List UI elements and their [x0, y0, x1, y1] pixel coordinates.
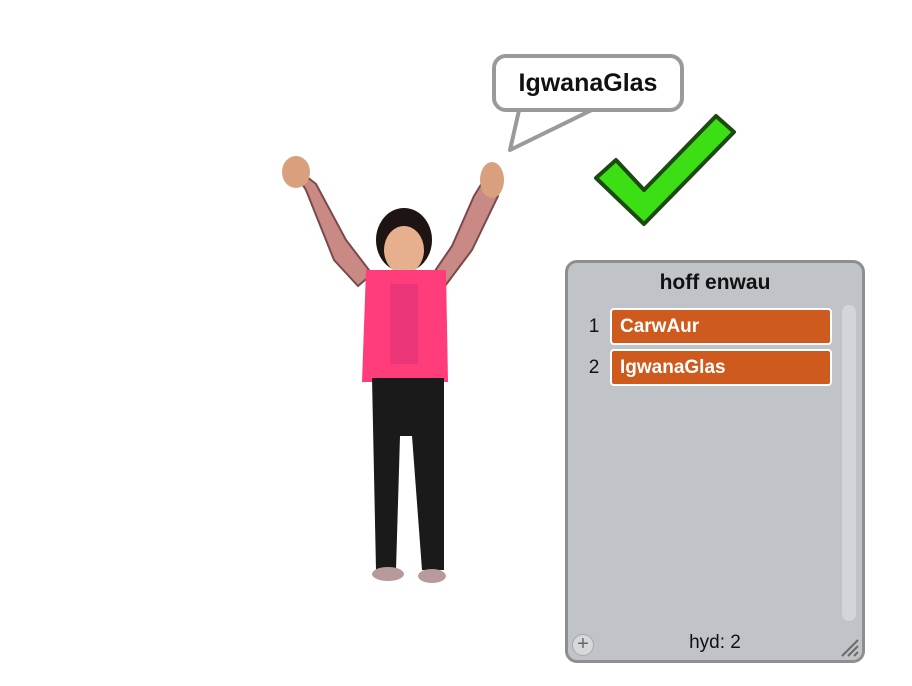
list-watcher-title: hoff enwau [659, 271, 771, 294]
speech-bubble: IgwanaGlas [492, 54, 684, 112]
list-item-value[interactable]: CarwAur [610, 308, 832, 345]
resize-grip-icon[interactable] [838, 636, 860, 658]
list-length-label: hyd: 2 [689, 632, 741, 653]
list-watcher[interactable]: hoff enwau 1 CarwAur 2 IgwanaGlas + hyd:… [565, 260, 865, 663]
speech-bubble-text: IgwanaGlas [518, 68, 658, 97]
stage: IgwanaGlas hoff enwau 1 CarwAur 2 Igwana… [0, 0, 912, 686]
list-item-index: 2 [588, 356, 600, 378]
list-item-value[interactable]: IgwanaGlas [610, 349, 832, 386]
list-items: 1 CarwAur 2 IgwanaGlas [582, 306, 832, 388]
list-scrollbar[interactable] [842, 305, 856, 621]
green-checkmark-icon[interactable] [588, 108, 740, 230]
girl-sprite[interactable] [276, 150, 516, 600]
list-item: 2 IgwanaGlas [582, 347, 832, 388]
list-item-index: 1 [588, 315, 600, 337]
list-item: 1 CarwAur [582, 306, 832, 347]
